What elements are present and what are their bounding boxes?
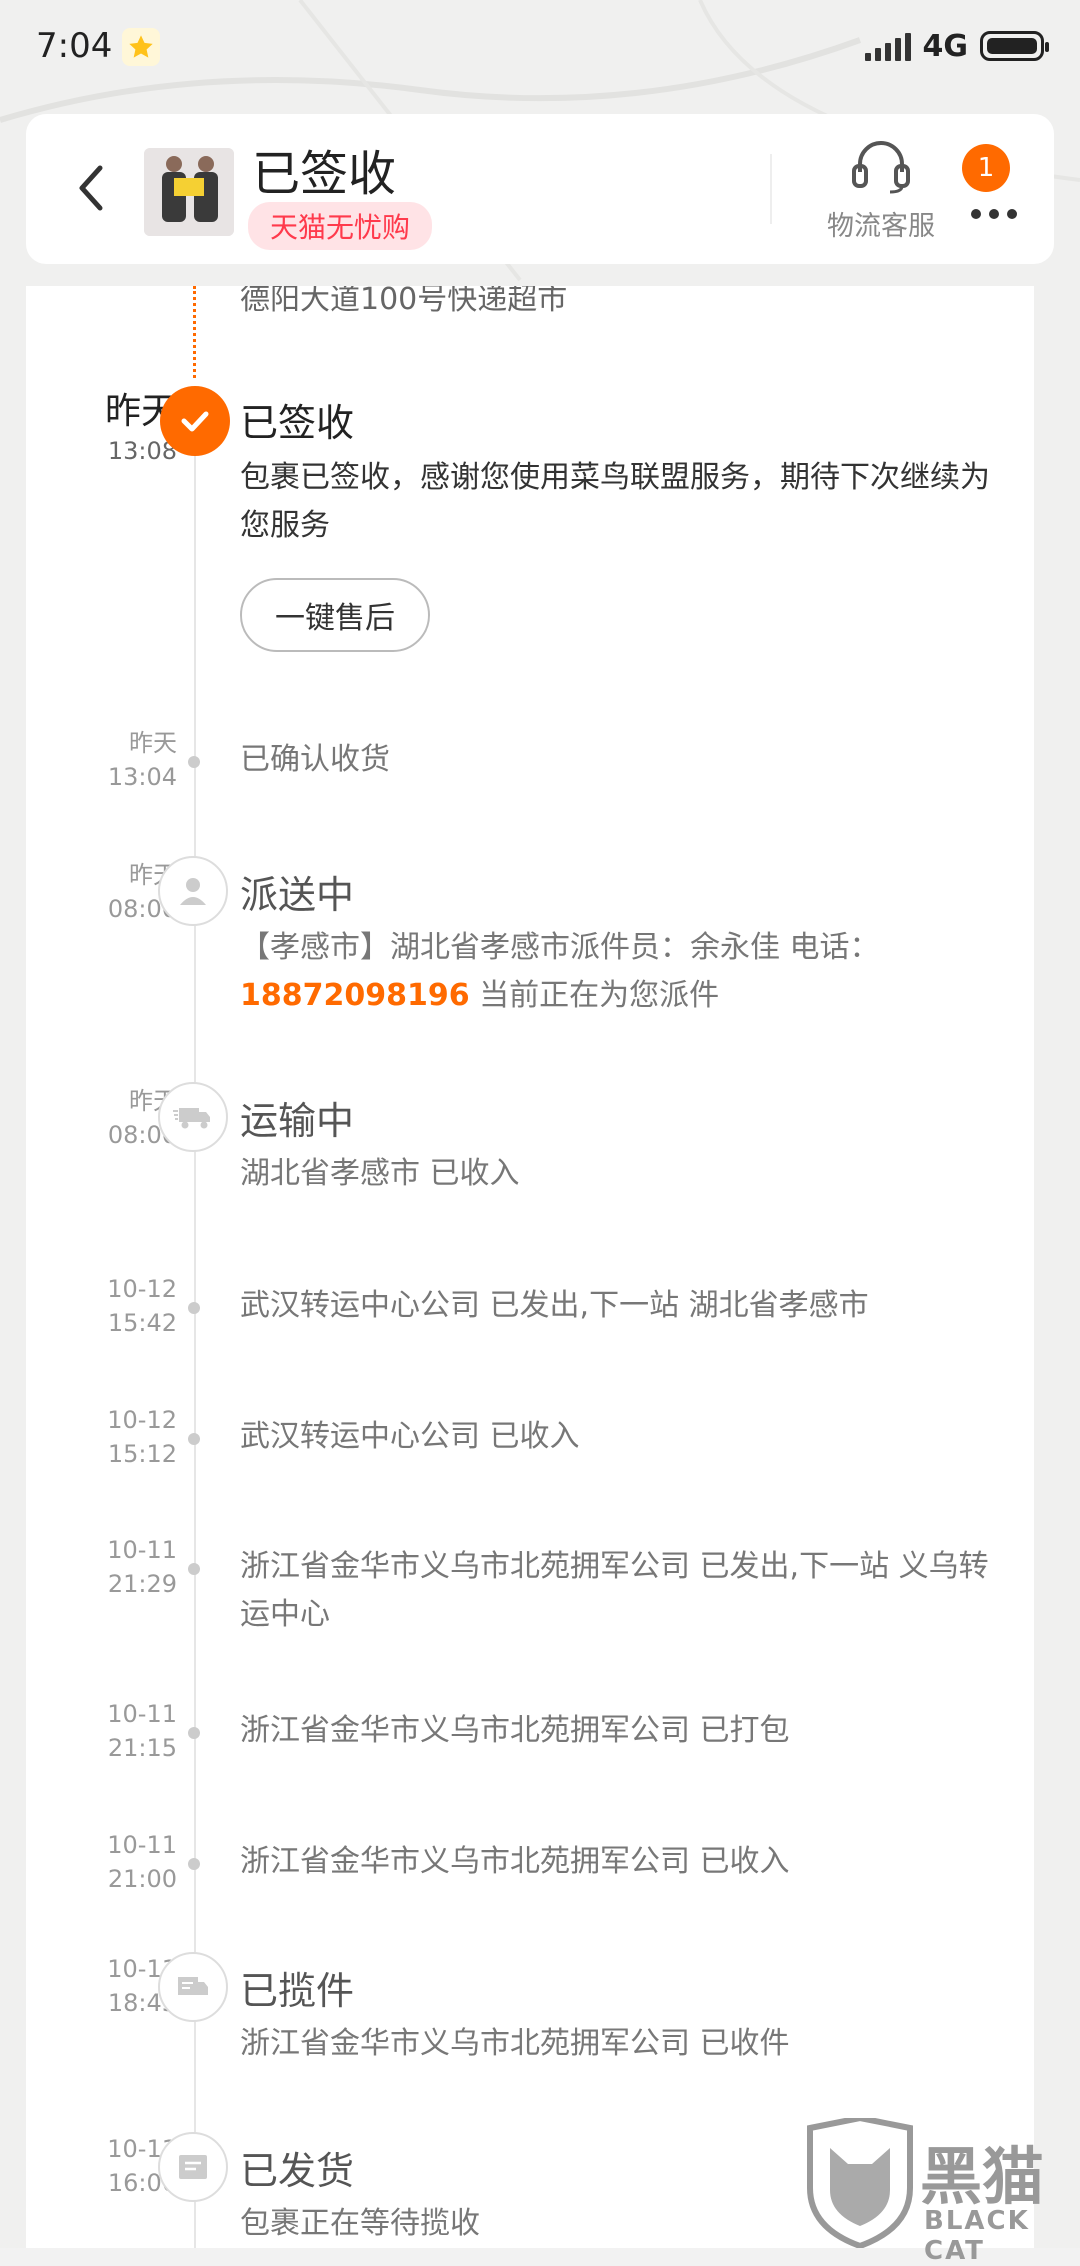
event-desc: 浙江省金华市义乌市北苑拥军公司 已打包 — [240, 1713, 790, 1748]
watermark: 黑猫 BLACK CAT — [800, 2114, 1080, 2266]
event-desc: 武汉转运中心公司 已发出,下一站 湖北省孝感市 — [240, 1288, 869, 1323]
product-thumbnail[interactable] — [144, 148, 234, 236]
timeline-dot — [188, 1433, 200, 1445]
event-time: 15:12 — [107, 1440, 177, 1468]
timeline-dot — [188, 756, 200, 768]
event-desc: 浙江省金华市义乌市北苑拥军公司 已发出,下一站 义乌转运中心 — [240, 1549, 989, 1632]
signal-icon — [864, 31, 911, 61]
after-sale-button[interactable]: 一键售后 — [240, 578, 430, 652]
star-icon — [122, 28, 160, 66]
customer-service-label: 物流客服 — [827, 211, 935, 242]
event-desc: 【孝感市】湖北省孝感市派件员：余永佳 电话： 18872098196 当前正在为您… — [240, 924, 1000, 1020]
event-time: 15:42 — [107, 1309, 177, 1337]
customer-service-button[interactable]: 物流客服 — [806, 138, 956, 243]
network-label: 4G — [922, 28, 969, 64]
back-button[interactable] — [62, 158, 122, 218]
check-icon — [160, 386, 230, 456]
event-desc: 包裹已签收，感谢您使用菜鸟联盟服务，期待下次继续为您服务 — [240, 460, 990, 543]
event-time: 21:29 — [107, 1570, 177, 1598]
clipped-event-text: 德阳大道100号快递超市 — [240, 286, 568, 317]
event-title: 已签收 — [240, 401, 355, 445]
event-date: 10-11 — [107, 1831, 177, 1859]
header-card: 已签收 天猫无忧购 物流客服 1 — [26, 114, 1054, 264]
event-date: 10-11 — [107, 1700, 177, 1728]
status-time: 7:04 — [36, 26, 113, 66]
truck-icon — [158, 1082, 228, 1152]
more-button[interactable]: 1 — [956, 144, 1056, 244]
notification-badge: 1 — [962, 144, 1010, 192]
event-desc: 浙江省金华市义乌市北苑拥军公司 已收件 — [240, 2026, 790, 2061]
event-time: 21:00 — [107, 1865, 177, 1893]
event-title: 已发货 — [240, 2149, 355, 2193]
watermark-logo — [800, 2114, 920, 2250]
divider — [770, 154, 772, 224]
event-date: 昨天 — [129, 729, 177, 757]
event-time: 21:15 — [107, 1734, 177, 1762]
event-desc: 已确认收货 — [240, 742, 390, 777]
chevron-left-icon — [79, 165, 103, 211]
event-title: 运输中 — [240, 1099, 355, 1143]
event-title: 派送中 — [240, 873, 355, 917]
battery-icon — [980, 31, 1049, 61]
event-date: 10-11 — [107, 1536, 177, 1564]
event-title: 已揽件 — [240, 1969, 355, 2013]
courier-icon — [158, 856, 228, 926]
page-title: 已签收 — [252, 146, 397, 202]
parcel-icon — [158, 1952, 228, 2022]
event-desc: 湖北省孝感市 已收入 — [240, 1156, 520, 1191]
event-date: 10-12 — [107, 1275, 177, 1303]
headset-icon — [852, 141, 910, 194]
timeline-dot — [188, 1727, 200, 1739]
event-time: 13:04 — [107, 763, 177, 791]
tracking-timeline: 德阳大道100号快递超市 昨天 13:08 已签收 包裹已签收，感谢您使用菜鸟联… — [26, 286, 1034, 2248]
timeline-dot — [188, 1858, 200, 1870]
event-date: 10-12 — [107, 1406, 177, 1434]
status-bar: 7:04 4G — [0, 0, 1080, 96]
event-desc-prefix: 【孝感市】湖北省孝感市派件员：余永佳 电话： — [240, 930, 880, 965]
timeline-dot — [188, 1302, 200, 1314]
courier-phone-link[interactable]: 18872098196 — [240, 978, 470, 1013]
timeline-dot — [188, 1563, 200, 1575]
timeline-dashed-line — [193, 286, 196, 378]
shipment-icon — [158, 2132, 228, 2202]
event-desc-suffix: 当前正在为您派件 — [469, 978, 720, 1013]
service-tag[interactable]: 天猫无忧购 — [248, 202, 433, 250]
event-desc: 浙江省金华市义乌市北苑拥军公司 已收入 — [240, 1844, 790, 1879]
event-desc: 武汉转运中心公司 已收入 — [240, 1419, 580, 1454]
watermark-subtext: BLACK CAT — [924, 2206, 1030, 2266]
watermark-text: 黑猫 — [920, 2140, 1045, 2213]
